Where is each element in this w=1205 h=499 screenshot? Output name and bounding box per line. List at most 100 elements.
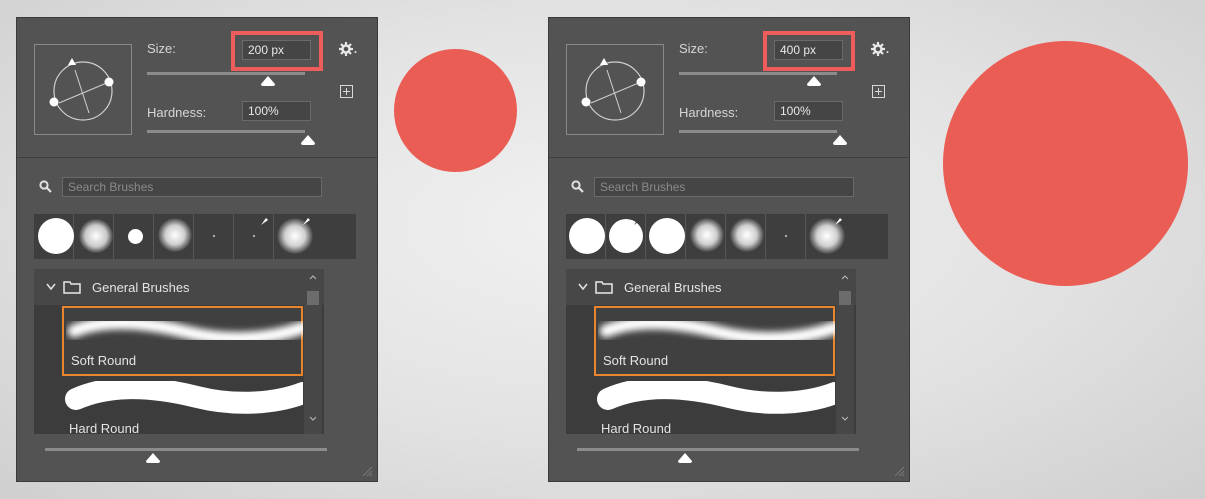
hard-round-tip-icon — [569, 218, 605, 254]
group-label: General Brushes — [624, 280, 722, 295]
search-brushes-input[interactable]: Search Brushes — [62, 177, 322, 197]
brush-preset-panel-2: Size: 400 px Hardness: 100% Search Brush… — [548, 17, 910, 482]
brush-tip-3[interactable] — [114, 214, 154, 259]
tiny-tip-icon — [253, 235, 255, 237]
brush-angle-preview[interactable] — [34, 44, 132, 135]
brush-tip-2[interactable] — [606, 214, 646, 259]
new-preset-plus-icon[interactable] — [340, 85, 353, 98]
brush-angle-preview-icon — [581, 58, 646, 121]
brush-list: General Brushes Soft Round Hard Round — [566, 269, 856, 434]
chevron-down-icon[interactable] — [46, 283, 56, 291]
scroll-thumb[interactable] — [307, 291, 319, 305]
brush-tip-4[interactable] — [686, 214, 726, 259]
preview-size-slider-track[interactable] — [577, 448, 859, 451]
pressure-brush-icon — [261, 218, 268, 225]
brush-tip-3[interactable] — [646, 214, 686, 259]
brush-tip-5[interactable] — [194, 214, 234, 259]
chevron-down-icon[interactable] — [578, 283, 588, 291]
size-slider-handle[interactable] — [806, 76, 822, 87]
size-slider-track[interactable] — [679, 72, 837, 75]
brush-tip-7[interactable] — [806, 214, 846, 259]
gear-icon[interactable] — [871, 42, 889, 56]
search-icon — [571, 180, 584, 193]
hardness-field[interactable]: 100% — [774, 101, 843, 121]
size-slider-track[interactable] — [147, 72, 305, 75]
folder-icon — [595, 281, 613, 294]
hardness-slider-handle[interactable] — [832, 135, 848, 146]
panel-divider — [17, 157, 377, 158]
preview-size-slider-handle[interactable] — [677, 453, 693, 464]
brush-tip-2[interactable] — [74, 214, 114, 259]
hardness-slider-track[interactable] — [679, 130, 837, 133]
hardness-label: Hardness: — [147, 105, 207, 120]
tiny-tip-icon — [213, 235, 215, 237]
group-label: General Brushes — [92, 280, 190, 295]
brush-tip-1[interactable] — [34, 214, 74, 259]
scroll-up-icon[interactable] — [309, 275, 317, 280]
brush-group-header[interactable]: General Brushes — [34, 269, 324, 305]
hardness-label: Hardness: — [679, 105, 739, 120]
soft-round-tip-icon — [158, 218, 192, 252]
pressure-brush-icon — [835, 218, 842, 225]
brush-item-label: Hard Round — [601, 421, 672, 434]
soft-stroke-preview — [599, 316, 835, 345]
hard-stroke-preview — [597, 381, 835, 414]
search-icon — [39, 180, 52, 193]
soft-stroke-preview — [67, 316, 303, 345]
pressure-brush-icon — [303, 218, 310, 225]
hard-round-tip-icon — [649, 218, 685, 254]
size-label: Size: — [147, 41, 176, 56]
hardness-slider-track[interactable] — [147, 130, 305, 133]
preview-size-slider-handle[interactable] — [145, 453, 161, 464]
size-field[interactable]: 200 px — [242, 40, 311, 60]
brush-tip-4[interactable] — [154, 214, 194, 259]
gear-icon[interactable] — [339, 42, 357, 56]
brush-item-label: Hard Round — [69, 421, 140, 434]
small-hard-round-tip-icon — [128, 229, 143, 244]
size-field[interactable]: 400 px — [774, 40, 843, 60]
resize-grip-icon[interactable] — [893, 465, 905, 477]
hardness-field[interactable]: 100% — [242, 101, 311, 121]
brush-item-hard-round[interactable]: Hard Round — [62, 379, 303, 434]
brush-item-label: Soft Round — [71, 353, 137, 368]
folder-icon — [63, 281, 81, 294]
resize-grip-icon[interactable] — [361, 465, 373, 477]
brush-tip-6[interactable] — [766, 214, 806, 259]
soft-round-tip-icon — [730, 218, 764, 252]
hardness-slider-handle[interactable] — [300, 135, 316, 146]
soft-round-tip-icon — [690, 218, 724, 252]
scroll-thumb[interactable] — [839, 291, 851, 305]
pressure-brush-icon — [634, 218, 641, 225]
brush-list-scrollbar[interactable] — [304, 269, 322, 434]
hard-round-tip-icon — [38, 218, 74, 254]
brush-item-label: Soft Round — [603, 353, 669, 368]
tiny-tip-icon — [785, 235, 787, 237]
panel-divider — [549, 157, 909, 158]
brush-angle-preview-icon — [49, 58, 114, 121]
hard-stroke-preview — [65, 381, 303, 414]
brush-tip-7[interactable] — [274, 214, 314, 259]
search-brushes-input[interactable]: Search Brushes — [594, 177, 854, 197]
size-label: Size: — [679, 41, 708, 56]
scroll-down-icon[interactable] — [841, 416, 849, 421]
brush-tip-5[interactable] — [726, 214, 766, 259]
brush-tip-6[interactable] — [234, 214, 274, 259]
brush-item-soft-round[interactable]: Soft Round — [62, 306, 303, 376]
preview-size-slider-track[interactable] — [45, 448, 327, 451]
brush-list: General Brushes Soft Round Hard Round — [34, 269, 324, 434]
size-slider-handle[interactable] — [260, 76, 276, 87]
brush-tip-1[interactable] — [566, 214, 606, 259]
brush-size-preview-circle-400 — [943, 41, 1188, 286]
brush-item-hard-round[interactable]: Hard Round — [594, 379, 835, 434]
recent-brush-tips — [34, 214, 356, 259]
brush-preset-panel-1: Size: 200 px Hardness: 100% Search Brush… — [16, 17, 378, 482]
scroll-down-icon[interactable] — [309, 416, 317, 421]
brush-item-soft-round[interactable]: Soft Round — [594, 306, 835, 376]
brush-group-header[interactable]: General Brushes — [566, 269, 856, 305]
soft-round-tip-icon — [79, 219, 113, 253]
scroll-up-icon[interactable] — [841, 275, 849, 280]
brush-list-scrollbar[interactable] — [836, 269, 854, 434]
new-preset-plus-icon[interactable] — [872, 85, 885, 98]
brush-size-preview-circle-200 — [394, 49, 517, 172]
brush-angle-preview[interactable] — [566, 44, 664, 135]
